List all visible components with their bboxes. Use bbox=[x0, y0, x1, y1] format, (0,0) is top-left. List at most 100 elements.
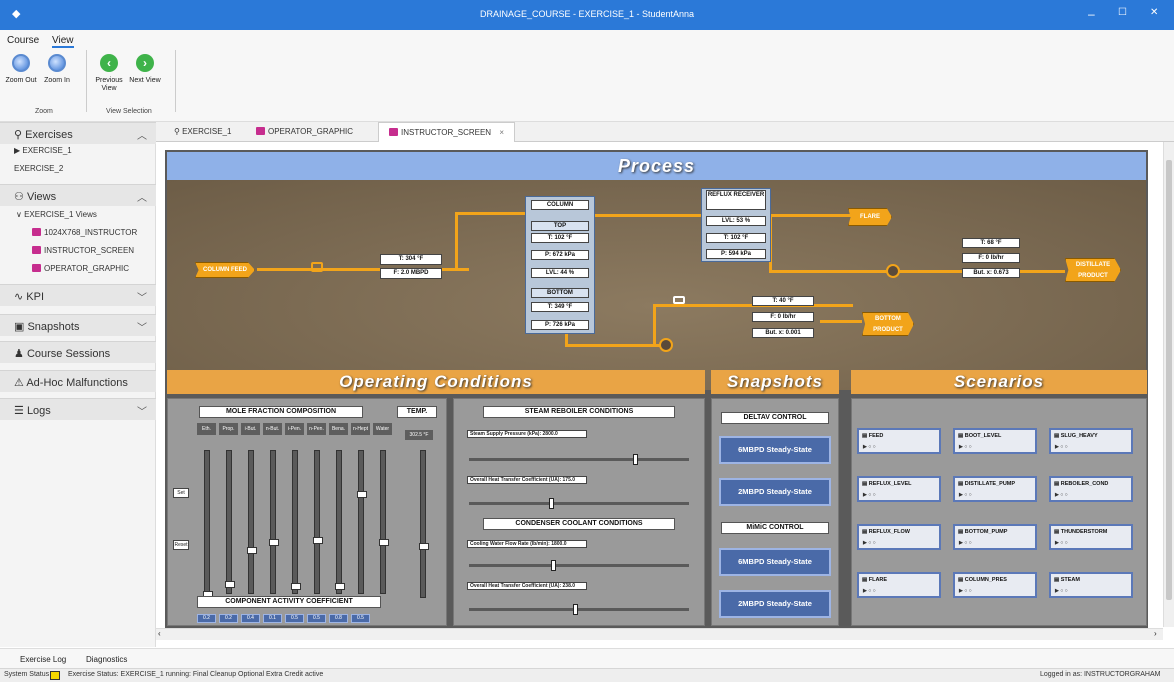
tab-exercise-1[interactable]: ⚲ EXERCISE_1 bbox=[164, 122, 241, 142]
cooling-flow-knob[interactable] bbox=[551, 560, 556, 571]
component-slider-knob[interactable] bbox=[225, 581, 235, 588]
sidebar-item-view-instructor[interactable]: INSTRUCTOR_SCREEN bbox=[32, 246, 134, 255]
component-slider-knob[interactable] bbox=[357, 491, 367, 498]
sidebar-item-views-group[interactable]: ∨ EXERCISE_1 Views bbox=[16, 210, 97, 219]
component-slider-knob[interactable] bbox=[379, 539, 389, 546]
activity-value[interactable]: 0.1 bbox=[263, 614, 282, 623]
activity-value[interactable]: 0.2 bbox=[197, 614, 216, 623]
sidebar-header-views[interactable]: ⚇ Views ︿ bbox=[0, 184, 156, 206]
component-slider[interactable] bbox=[269, 450, 279, 594]
component-slider-knob[interactable] bbox=[247, 547, 257, 554]
scenario-controls[interactable]: ▶ ○ ○ bbox=[863, 444, 876, 450]
component-slider-knob[interactable] bbox=[269, 539, 279, 546]
steam-pressure-knob[interactable] bbox=[633, 454, 638, 465]
component-slider-knob[interactable] bbox=[313, 537, 323, 544]
scenario-controls[interactable]: ▶ ○ ○ bbox=[959, 540, 972, 546]
previous-view-button[interactable]: ‹ Previous View bbox=[92, 54, 126, 93]
distillate-product-tag[interactable]: DISTILLATE PRODUCT bbox=[1065, 258, 1121, 282]
scenario-controls[interactable]: ▶ ○ ○ bbox=[959, 492, 972, 498]
set-button[interactable]: Set bbox=[173, 488, 189, 498]
scroll-left-icon[interactable]: ‹ bbox=[158, 629, 161, 638]
condenser-ua-slider[interactable] bbox=[469, 604, 689, 615]
scroll-right-icon[interactable]: › bbox=[1154, 629, 1157, 638]
activity-value[interactable]: 0.5 bbox=[351, 614, 370, 623]
scenario-controls[interactable]: ▶ ○ ○ bbox=[863, 492, 876, 498]
tab-diagnostics[interactable]: Diagnostics bbox=[86, 655, 127, 664]
scenario-controls[interactable]: ▶ ○ ○ bbox=[863, 588, 876, 594]
component-slider[interactable] bbox=[203, 450, 213, 598]
activity-value[interactable]: 0.5 bbox=[285, 614, 304, 623]
tab-instructor-screen[interactable]: INSTRUCTOR_SCREEN × bbox=[378, 122, 515, 142]
activity-value[interactable]: 0.8 bbox=[329, 614, 348, 623]
steam-ua-knob[interactable] bbox=[549, 498, 554, 509]
condenser-ua-knob[interactable] bbox=[573, 604, 578, 615]
scenario-controls[interactable]: ▶ ○ ○ bbox=[1055, 588, 1068, 594]
sidebar-item-exercise-1[interactable]: ▶ EXERCISE_1 bbox=[14, 146, 72, 155]
scenario-thunderstorm[interactable]: ▤ THUNDERSTORM ▶ ○ ○ bbox=[1049, 524, 1133, 550]
vertical-scroll-thumb[interactable] bbox=[1166, 160, 1172, 600]
scenario-reflux-flow[interactable]: ▤ REFLUX_FLOW ▶ ○ ○ bbox=[857, 524, 941, 550]
component-slider-knob[interactable] bbox=[291, 583, 301, 590]
zoom-out-button[interactable]: Zoom Out bbox=[4, 54, 38, 85]
scenario-slug-heavy[interactable]: ▤ SLUG_HEAVY ▶ ○ ○ bbox=[1049, 428, 1133, 454]
scenario-boot-level[interactable]: ▤ BOOT_LEVEL ▶ ○ ○ bbox=[953, 428, 1037, 454]
snapshot-2mbpd-mimic-button[interactable]: 2MBPD Steady-State bbox=[719, 590, 831, 618]
scenario-controls[interactable]: ▶ ○ ○ bbox=[863, 540, 876, 546]
component-slider[interactable] bbox=[247, 450, 257, 594]
scenario-steam[interactable]: ▤ STEAM ▶ ○ ○ bbox=[1049, 572, 1133, 598]
scenario-flare[interactable]: ▤ FLARE ▶ ○ ○ bbox=[857, 572, 941, 598]
next-view-button[interactable]: › Next View bbox=[128, 54, 162, 85]
snapshot-6mbpd-mimic-button[interactable]: 6MBPD Steady-State bbox=[719, 548, 831, 576]
sidebar-header-kpi[interactable]: ∿ KPI ﹀ bbox=[0, 284, 156, 306]
scenario-controls[interactable]: ▶ ○ ○ bbox=[1055, 492, 1068, 498]
steam-pressure-slider[interactable] bbox=[469, 454, 689, 465]
scenario-bottom-pump[interactable]: ▤ BOTTOM_PUMP ▶ ○ ○ bbox=[953, 524, 1037, 550]
snapshot-6mbpd-deltav-button[interactable]: 6MBPD Steady-State bbox=[719, 436, 831, 464]
scenario-column-pres[interactable]: ▤ COLUMN_PRES ▶ ○ ○ bbox=[953, 572, 1037, 598]
flare-tag[interactable]: FLARE bbox=[848, 208, 892, 226]
sidebar-header-adhoc[interactable]: ⚠ Ad-Hoc Malfunctions bbox=[0, 370, 156, 392]
bottoms-pump-icon[interactable] bbox=[659, 338, 673, 352]
zoom-in-button[interactable]: Zoom In bbox=[40, 54, 74, 85]
scenario-reboiler-cond[interactable]: ▤ REBOILER_COND ▶ ○ ○ bbox=[1049, 476, 1133, 502]
steam-ua-slider[interactable] bbox=[469, 498, 689, 509]
horizontal-scrollbar[interactable]: ‹ › bbox=[156, 628, 1163, 640]
tab-operator-graphic[interactable]: OPERATOR_GRAPHIC bbox=[246, 122, 363, 142]
activity-value[interactable]: 0.4 bbox=[241, 614, 260, 623]
sidebar-header-course-sessions[interactable]: ♟ Course Sessions bbox=[0, 341, 156, 363]
component-slider[interactable] bbox=[379, 450, 389, 594]
temp-slider-knob[interactable] bbox=[419, 543, 429, 550]
cooling-flow-slider[interactable] bbox=[469, 560, 689, 571]
menu-view[interactable]: View bbox=[52, 35, 74, 48]
sidebar-item-view-1024x768[interactable]: 1024X768_INSTRUCTOR bbox=[32, 228, 137, 237]
scenario-controls[interactable]: ▶ ○ ○ bbox=[1055, 444, 1068, 450]
component-slider[interactable] bbox=[313, 450, 323, 594]
scenario-reflux-level[interactable]: ▤ REFLUX_LEVEL ▶ ○ ○ bbox=[857, 476, 941, 502]
feed-valve-icon[interactable] bbox=[311, 262, 323, 272]
vertical-scrollbar[interactable] bbox=[1163, 142, 1174, 627]
temp-slider[interactable] bbox=[419, 450, 429, 598]
sidebar-header-logs[interactable]: ☰ Logs ﹀ bbox=[0, 398, 156, 420]
close-button[interactable]: ✕ bbox=[1150, 7, 1158, 18]
scenario-distillate-pump[interactable]: ▤ DISTILLATE_PUMP ▶ ○ ○ bbox=[953, 476, 1037, 502]
scenario-feed[interactable]: ▤ FEED ▶ ○ ○ bbox=[857, 428, 941, 454]
component-slider[interactable] bbox=[225, 450, 235, 594]
scenario-controls[interactable]: ▶ ○ ○ bbox=[959, 588, 972, 594]
component-slider[interactable] bbox=[335, 450, 345, 594]
column-feed-tag[interactable]: COLUMN FEED bbox=[195, 262, 255, 278]
scenario-controls[interactable]: ▶ ○ ○ bbox=[1055, 540, 1068, 546]
activity-value[interactable]: 0.5 bbox=[307, 614, 326, 623]
scenario-controls[interactable]: ▶ ○ ○ bbox=[959, 444, 972, 450]
reset-button[interactable]: Reset bbox=[173, 540, 189, 550]
component-slider[interactable] bbox=[291, 450, 301, 594]
component-slider-knob[interactable] bbox=[335, 583, 345, 590]
snapshot-2mbpd-deltav-button[interactable]: 2MBPD Steady-State bbox=[719, 478, 831, 506]
menu-course[interactable]: Course bbox=[7, 35, 39, 46]
sidebar-item-exercise-2[interactable]: EXERCISE_2 bbox=[14, 164, 63, 173]
component-slider[interactable] bbox=[357, 450, 367, 594]
close-tab-icon[interactable]: × bbox=[499, 128, 504, 137]
sidebar-header-snapshots[interactable]: ▣ Snapshots ﹀ bbox=[0, 314, 156, 336]
activity-value[interactable]: 0.2 bbox=[219, 614, 238, 623]
bottom-product-tag[interactable]: BOTTOM PRODUCT bbox=[862, 312, 914, 336]
sidebar-header-exercises[interactable]: ⚲ Exercises ︿ bbox=[0, 122, 156, 144]
